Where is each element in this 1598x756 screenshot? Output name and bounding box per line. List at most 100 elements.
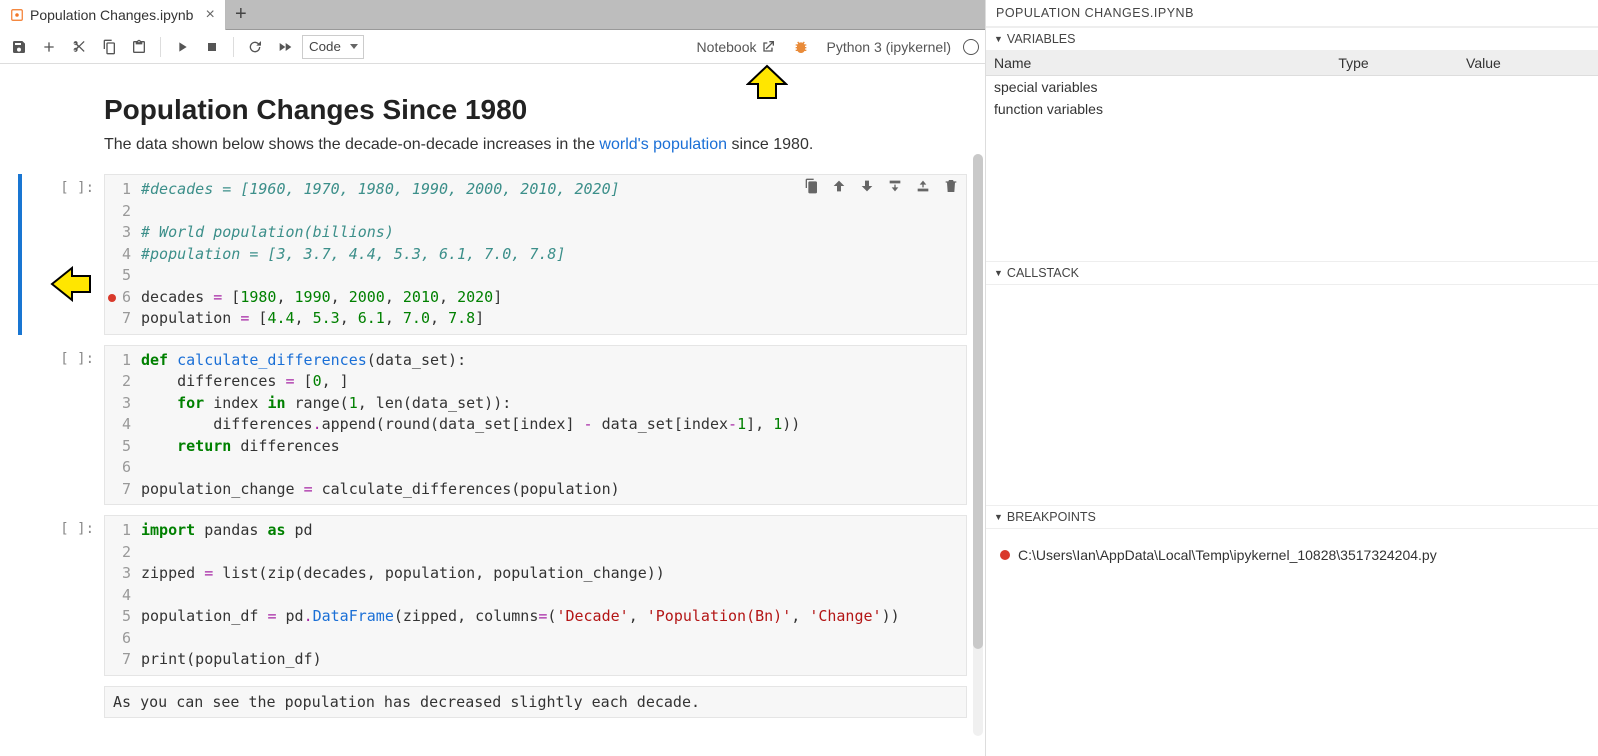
line-number[interactable]: 1 [105, 520, 141, 542]
line-number[interactable]: 1 [105, 179, 141, 201]
code-editor[interactable]: 1#decades = [1960, 1970, 1980, 1990, 200… [104, 174, 967, 335]
breakpoint-dot-icon[interactable] [108, 294, 116, 302]
refresh-icon [247, 39, 263, 55]
new-tab-button[interactable]: + [226, 0, 256, 29]
code-line[interactable]: 6decades = [1980, 1990, 2000, 2010, 2020… [105, 287, 966, 309]
vars-col-value[interactable]: Value [1458, 51, 1598, 76]
code-line[interactable]: 4#population = [3, 3.7, 4.4, 5.3, 6.1, 7… [105, 244, 966, 266]
move-cell-down-button[interactable] [858, 177, 876, 195]
line-number[interactable]: 6 [105, 628, 141, 650]
kernel-name[interactable]: Python 3 (ipykernel) [826, 39, 951, 55]
duplicate-cell-button[interactable] [802, 177, 820, 195]
line-number[interactable]: 2 [105, 371, 141, 393]
code-text [141, 628, 966, 650]
cut-button[interactable] [66, 34, 92, 60]
insert-cell-button[interactable] [36, 34, 62, 60]
code-line[interactable]: 3 for index in range(1, len(data_set)): [105, 393, 966, 415]
code-line[interactable]: 7print(population_df) [105, 649, 966, 671]
variable-row[interactable]: function variables [986, 98, 1598, 120]
notebook-heading: Population Changes Since 1980 [104, 94, 967, 126]
vars-col-name[interactable]: Name [986, 51, 1330, 76]
code-line[interactable]: 1def calculate_differences(data_set): [105, 350, 966, 372]
code-line[interactable]: 2 differences = [0, ] [105, 371, 966, 393]
variables-section-header[interactable]: ▼VARIABLES [986, 27, 1598, 51]
callstack-section-header[interactable]: ▼CALLSTACK [986, 261, 1598, 285]
code-line[interactable]: 5 return differences [105, 436, 966, 458]
code-line[interactable]: 4 [105, 585, 966, 607]
restart-button[interactable] [242, 34, 268, 60]
line-number[interactable]: 6 [105, 457, 141, 479]
line-number[interactable]: 7 [105, 649, 141, 671]
variable-row[interactable]: special variables [986, 76, 1598, 99]
code-line[interactable]: 4 differences.append(round(data_set[inde… [105, 414, 966, 436]
raw-cell[interactable]: As you can see the population has decrea… [104, 686, 967, 718]
code-text: print(population_df) [141, 649, 966, 671]
open-notebook-link[interactable]: Notebook [697, 39, 777, 55]
code-line[interactable]: 1import pandas as pd [105, 520, 966, 542]
line-number[interactable]: 4 [105, 244, 141, 266]
copy-button[interactable] [96, 34, 122, 60]
jupyter-icon [10, 8, 24, 22]
code-line[interactable]: 6 [105, 628, 966, 650]
code-cell[interactable]: [ ]:1def calculate_differences(data_set)… [18, 345, 967, 506]
line-number[interactable]: 7 [105, 479, 141, 501]
main-pane: Population Changes.ipynb × + Code Notebo… [0, 0, 986, 756]
code-cell[interactable]: [ ]: 1#decades = [1960, 1970, 1980, 1990… [18, 174, 967, 335]
line-number[interactable]: 6 [105, 287, 141, 309]
line-number[interactable]: 5 [105, 265, 141, 287]
delete-cell-button[interactable] [942, 177, 960, 195]
play-icon [174, 39, 190, 55]
vars-col-type[interactable]: Type [1330, 51, 1458, 76]
insert-above-button[interactable] [886, 177, 904, 195]
variables-table: Name Type Value special variablesfunctio… [986, 51, 1598, 120]
close-icon[interactable]: × [199, 6, 214, 24]
code-line[interactable]: 7population_change = calculate_differenc… [105, 479, 966, 501]
line-number[interactable]: 2 [105, 542, 141, 564]
line-number[interactable]: 3 [105, 563, 141, 585]
code-line[interactable]: 6 [105, 457, 966, 479]
code-line[interactable]: 3# World population(billions) [105, 222, 966, 244]
move-cell-up-button[interactable] [830, 177, 848, 195]
markdown-cell[interactable]: Population Changes Since 1980 The data s… [18, 94, 967, 154]
code-text [141, 265, 966, 287]
line-number[interactable]: 5 [105, 436, 141, 458]
line-number[interactable]: 4 [105, 414, 141, 436]
code-line[interactable]: 7population = [4.4, 5.3, 6.1, 7.0, 7.8] [105, 308, 966, 330]
line-number[interactable]: 7 [105, 308, 141, 330]
code-line[interactable]: 5 [105, 265, 966, 287]
code-line[interactable]: 2 [105, 201, 966, 223]
notebook-area[interactable]: Population Changes Since 1980 The data s… [0, 64, 985, 756]
code-line[interactable]: 3zipped = list(zip(decades, population, … [105, 563, 966, 585]
save-button[interactable] [6, 34, 32, 60]
world-population-link[interactable]: world's population [599, 136, 727, 153]
breakpoints-section-header[interactable]: ▼BREAKPOINTS [986, 505, 1598, 529]
line-number[interactable]: 1 [105, 350, 141, 372]
code-cell[interactable]: [ ]:1import pandas as pd23zipped = list(… [18, 515, 967, 676]
tab-notebook[interactable]: Population Changes.ipynb × [0, 0, 226, 30]
stop-icon [204, 39, 220, 55]
code-editor[interactable]: 1import pandas as pd23zipped = list(zip(… [104, 515, 967, 676]
restart-run-all-button[interactable] [272, 34, 298, 60]
debug-panel: POPULATION CHANGES.IPYNB ▼VARIABLES Name… [986, 0, 1598, 756]
run-button[interactable] [169, 34, 195, 60]
code-text [141, 585, 966, 607]
line-number[interactable]: 3 [105, 393, 141, 415]
chevron-down-icon: ▼ [994, 512, 1003, 522]
paste-button[interactable] [126, 34, 152, 60]
breakpoint-row[interactable]: C:\Users\Ian\AppData\Local\Temp\ipykerne… [992, 543, 1592, 567]
stop-button[interactable] [199, 34, 225, 60]
insert-below-button[interactable] [914, 177, 932, 195]
line-number[interactable]: 3 [105, 222, 141, 244]
debug-button[interactable] [788, 34, 814, 60]
scrollbar-thumb[interactable] [973, 154, 983, 649]
scrollbar[interactable] [973, 154, 983, 736]
debug-panel-title: POPULATION CHANGES.IPYNB [986, 0, 1598, 27]
code-line[interactable]: 5population_df = pd.DataFrame(zipped, co… [105, 606, 966, 628]
code-editor[interactable]: 1def calculate_differences(data_set):2 d… [104, 345, 967, 506]
cell-type-select[interactable]: Code [302, 35, 364, 59]
line-number[interactable]: 5 [105, 606, 141, 628]
code-line[interactable]: 2 [105, 542, 966, 564]
kernel-status-idle-icon[interactable] [963, 39, 979, 55]
line-number[interactable]: 2 [105, 201, 141, 223]
line-number[interactable]: 4 [105, 585, 141, 607]
